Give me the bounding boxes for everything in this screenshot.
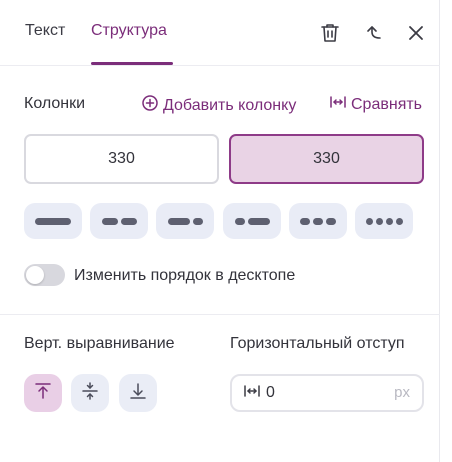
reorder-desktop-toggle[interactable] <box>24 264 65 286</box>
layout-segment <box>365 217 373 225</box>
section-divider <box>0 314 440 315</box>
align-top-button[interactable] <box>24 374 62 412</box>
layout-wide-narrow[interactable] <box>156 203 214 239</box>
align-top-icon <box>34 382 52 405</box>
column-2-width[interactable]: 330 <box>229 134 424 184</box>
horizontal-gap-input[interactable] <box>266 384 376 402</box>
layout-segment <box>247 217 270 225</box>
columns-label: Колонки <box>24 95 86 112</box>
layout-segment <box>385 217 393 225</box>
layout-three-equal[interactable] <box>289 203 347 239</box>
equalize-label: Сравнять <box>351 95 423 113</box>
column-1-width[interactable]: 330 <box>24 134 219 184</box>
align-bottom-icon <box>129 382 147 405</box>
move-up-icon[interactable] <box>363 22 385 44</box>
layout-segment <box>300 217 310 225</box>
close-icon[interactable] <box>405 22 427 44</box>
layout-segment <box>313 217 323 225</box>
tab-bar: Текст Структура <box>0 0 440 66</box>
align-center-button[interactable] <box>71 374 109 412</box>
align-center-icon <box>81 381 99 405</box>
layout-segment <box>167 217 190 225</box>
reorder-desktop-label: Изменить порядок в десктопе <box>74 267 296 284</box>
horizontal-gap-label: Горизонтальный отступ <box>230 335 405 352</box>
vertical-align-label: Верт. выравнивание <box>24 335 175 352</box>
layout-segment <box>192 217 203 225</box>
horizontal-gap-field[interactable]: px <box>230 374 424 412</box>
horizontal-gap-unit: px <box>394 384 410 401</box>
tab-text[interactable]: Текст <box>25 22 65 40</box>
add-column-button[interactable]: Добавить колонку <box>142 95 296 116</box>
equalize-button[interactable]: Сравнять <box>330 95 422 114</box>
layout-four-equal[interactable] <box>355 203 413 239</box>
add-column-label: Добавить колонку <box>163 96 297 114</box>
layout-segment <box>101 217 118 225</box>
equalize-icon <box>330 95 346 114</box>
tab-structure[interactable]: Структура <box>91 22 167 40</box>
active-tab-indicator <box>91 62 173 65</box>
horizontal-gap-icon <box>244 384 260 403</box>
layout-segment <box>120 217 137 225</box>
layout-narrow-wide[interactable] <box>223 203 281 239</box>
toggle-knob <box>26 266 44 284</box>
structure-panel: Текст Структура Колонки Добавить колонку <box>0 0 440 462</box>
layout-segment <box>234 217 245 225</box>
trash-icon[interactable] <box>319 22 341 44</box>
layout-segment <box>375 217 383 225</box>
layout-segment <box>326 217 336 225</box>
plus-circle-icon <box>142 95 158 116</box>
layout-segment <box>35 217 71 225</box>
layout-segment <box>395 217 403 225</box>
align-bottom-button[interactable] <box>119 374 157 412</box>
layout-two-equal[interactable] <box>90 203 148 239</box>
layout-one-column[interactable] <box>24 203 82 239</box>
